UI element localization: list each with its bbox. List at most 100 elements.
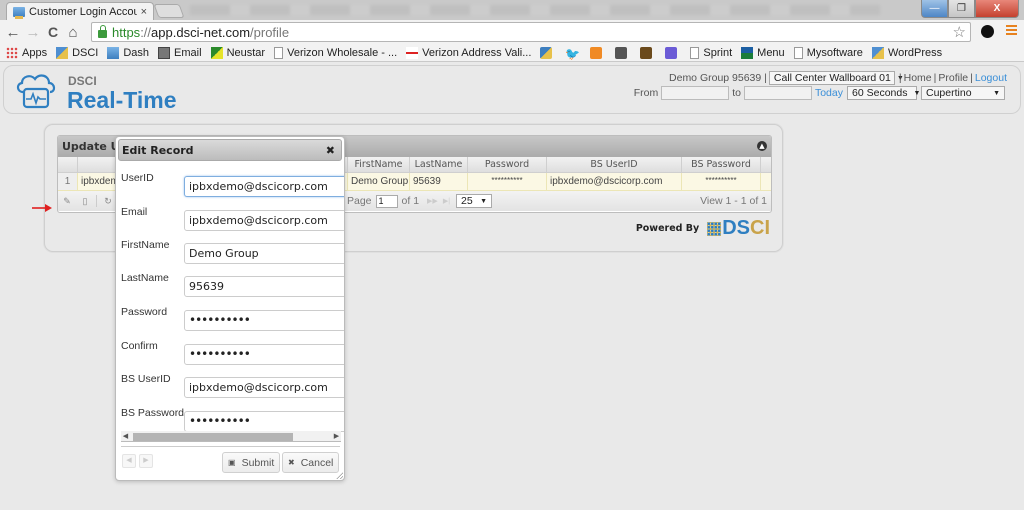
cell-lastname: 95639 — [410, 173, 468, 190]
today-link[interactable]: Today — [815, 87, 843, 99]
bookmark-item[interactable] — [590, 46, 606, 59]
lastname-input[interactable]: 95639 — [184, 276, 344, 297]
next-page-icon[interactable]: ▶▶ — [427, 197, 438, 205]
dropdown-caret-icon: ▼ — [993, 89, 1000, 97]
wallboard-select[interactable]: Call Center Wallboard 01 ▼ — [768, 71, 904, 85]
maximize-button[interactable]: ❐ — [948, 0, 975, 18]
page-icon — [793, 46, 803, 59]
dropdown-caret-icon: ▼ — [913, 89, 921, 97]
bookmark-label: Mysoftware — [806, 46, 863, 59]
interval-select[interactable]: 60 Seconds ▼ — [847, 86, 921, 100]
bookmark-label: Email — [174, 46, 202, 59]
prev-record-button[interactable]: ◀ — [122, 454, 136, 468]
wordpress-icon — [871, 46, 884, 59]
to-date-input[interactable] — [743, 86, 812, 100]
page-number-input[interactable]: 1 — [375, 194, 398, 208]
bs-password-input[interactable]: •••••••••• — [184, 411, 344, 432]
password-input[interactable]: •••••••••• — [184, 310, 344, 331]
bookmark-item[interactable] — [665, 46, 681, 59]
resize-grip-icon[interactable] — [336, 472, 343, 479]
url-scheme: https — [112, 24, 141, 40]
last-page-icon[interactable]: ▶| — [443, 197, 450, 205]
bookmark-item[interactable]: WordPress — [871, 46, 942, 59]
profile-link[interactable]: Profile — [938, 72, 968, 84]
bookmark-item[interactable]: Menu — [741, 46, 785, 59]
bookmark-item[interactable]: Sprint — [690, 46, 732, 59]
column-header-lastname[interactable]: LastName — [410, 157, 468, 172]
column-header-bs-userid[interactable]: BS UserID — [547, 157, 682, 172]
powered-by: Powered By DS CI — [636, 217, 770, 240]
bookmark-item[interactable]: Mysoftware — [793, 46, 863, 59]
field-label: BS Password — [121, 407, 185, 419]
chrome-menu-icon[interactable] — [1006, 25, 1017, 37]
dialog-title-bar[interactable]: Edit Record ✖ — [118, 139, 342, 161]
confirm-input[interactable]: •••••••••• — [184, 344, 344, 365]
chart-icon — [590, 46, 603, 59]
minimize-button[interactable]: — — [921, 0, 948, 18]
bookmark-item[interactable]: Email — [158, 46, 202, 59]
bookmark-item[interactable]: Apps — [6, 46, 47, 59]
new-tab-button[interactable] — [153, 4, 185, 18]
tab-close-icon[interactable]: × — [141, 6, 147, 18]
bookmark-item[interactable]: DSCI — [56, 46, 98, 59]
scroll-left-icon[interactable]: ◀ — [121, 431, 130, 442]
cell-bs-userid: ipbxdemo@dscicorp.com — [547, 173, 682, 190]
next-record-button[interactable]: ▶ — [139, 454, 153, 468]
userid-input[interactable]: ipbxdemo@dscicorp.com — [184, 176, 344, 197]
from-date-input[interactable] — [661, 86, 730, 100]
bookmark-star-icon[interactable]: ☆ — [953, 23, 966, 41]
bookmark-label: Menu — [757, 46, 785, 59]
app-header: DSCI Real-Time Demo Group 95639 | Call C… — [3, 65, 1021, 114]
bookmark-item[interactable] — [640, 46, 656, 59]
extension-icon[interactable] — [981, 25, 994, 38]
home-link[interactable]: Home — [904, 72, 932, 84]
lock-icon — [98, 25, 107, 38]
reload-button[interactable]: C — [43, 24, 63, 40]
bs-userid-input[interactable]: ipbxdemo@dscicorp.com — [184, 377, 344, 398]
collapse-grid-icon[interactable]: ▲ — [757, 141, 767, 151]
column-header-firstname[interactable]: FirstName — [348, 157, 410, 172]
bookmark-item[interactable]: Dash — [107, 46, 149, 59]
bookmark-item[interactable]: Neustar — [210, 46, 265, 59]
forward-button[interactable]: → — [23, 24, 43, 41]
back-button[interactable]: ← — [3, 24, 23, 41]
column-header-bs-password[interactable]: BS Password — [682, 157, 761, 172]
filter-bar: From to Today 60 Seconds ▼ Cupertino ▼ — [634, 86, 1007, 100]
bookmark-item[interactable]: Verizon Wholesale - ... — [274, 46, 398, 59]
bookmark-label: Verizon Address Vali... — [422, 46, 532, 59]
brand-title: Real-Time — [67, 87, 177, 113]
column-header-password[interactable]: Password — [468, 157, 547, 172]
submit-button[interactable]: ▣ Submit — [222, 452, 281, 473]
bookmark-item[interactable]: 🐦 — [565, 47, 581, 61]
close-window-button[interactable]: X — [975, 0, 1019, 18]
cell-password: ********** — [468, 173, 547, 190]
email-input[interactable]: ipbxdemo@dscicorp.com — [184, 210, 344, 231]
dsci-logo-text-2: CI — [750, 217, 770, 239]
dialog-footer: ◀ ▶ ▣ Submit ✖ Cancel — [116, 448, 344, 478]
apps-icon — [6, 46, 18, 59]
address-bar[interactable]: https://app.dsci-net.com/profile ☆ — [91, 22, 971, 42]
firstname-input[interactable]: Demo Group — [184, 243, 344, 264]
field-label: UserID — [121, 172, 154, 184]
horizontal-scrollbar[interactable]: ◀ ▶ — [121, 431, 341, 442]
scrollbar-thumb[interactable] — [133, 433, 293, 441]
cell-bs-password: ********** — [682, 173, 761, 190]
location-select[interactable]: Cupertino ▼ — [921, 86, 1005, 100]
browser-tab[interactable]: Customer Login Accounts × — [6, 2, 154, 20]
logout-link[interactable]: Logout — [975, 72, 1007, 84]
bookmark-item[interactable] — [615, 46, 631, 59]
home-button[interactable]: ⌂ — [63, 24, 83, 41]
bookmark-icon — [615, 46, 628, 59]
bookmark-label: Verizon Wholesale - ... — [287, 46, 398, 59]
bookmark-item[interactable]: Verizon Address Vali... — [406, 46, 532, 59]
cancel-button[interactable]: ✖ Cancel — [282, 452, 340, 473]
edit-icon[interactable]: ✎ — [58, 196, 76, 207]
scroll-right-icon[interactable]: ▶ — [332, 431, 341, 442]
close-dialog-icon[interactable]: ✖ — [326, 144, 335, 157]
browser-toolbar: ← → C ⌂ https://app.dsci-net.com/profile… — [0, 20, 1024, 44]
page-size-select[interactable]: 25 ▼ — [456, 194, 493, 208]
page-icon — [274, 46, 284, 59]
add-record-icon[interactable]: ▯ — [76, 196, 94, 207]
bookmark-item[interactable] — [540, 46, 556, 59]
user-nav: Demo Group 95639 | Call Center Wallboard… — [669, 71, 1007, 85]
